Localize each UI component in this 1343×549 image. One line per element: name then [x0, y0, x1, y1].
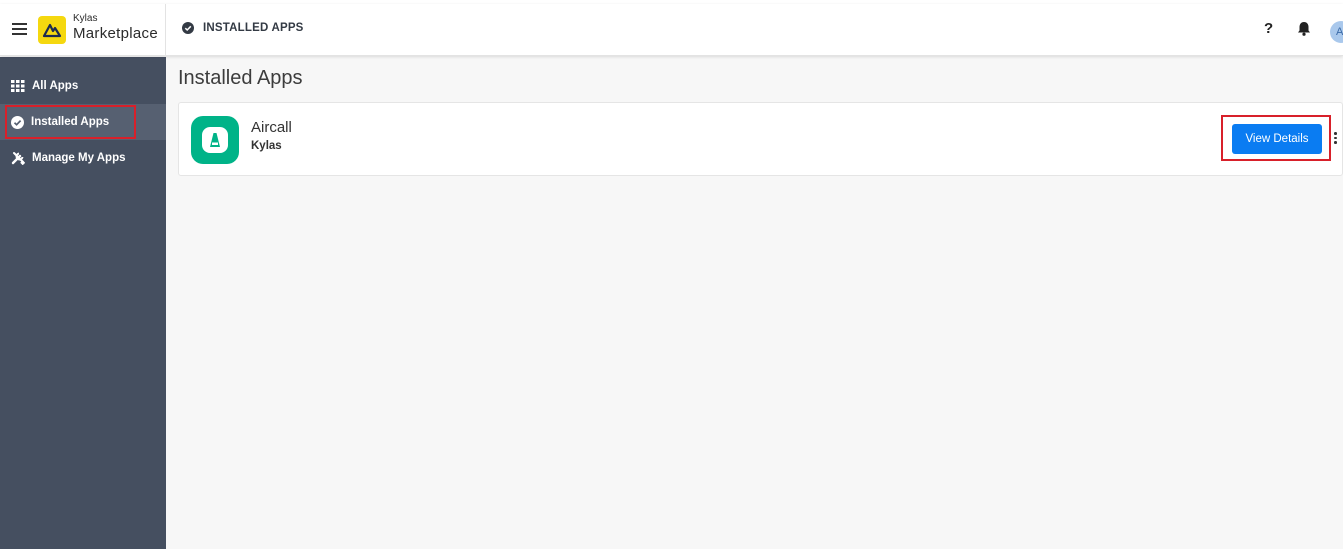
sidebar-item-manage-my-apps[interactable]: Manage My Apps: [0, 140, 166, 176]
aircall-logo-icon: [191, 116, 239, 164]
brand-name[interactable]: Kylas Marketplace: [73, 13, 158, 43]
avatar[interactable]: A: [1330, 21, 1343, 43]
hamburger-icon[interactable]: [12, 23, 27, 37]
top-header: Kylas Marketplace INSTALLED APPS ? A: [0, 4, 1343, 56]
app-card: Aircall Kylas View Details: [178, 102, 1343, 176]
breadcrumb: INSTALLED APPS: [182, 22, 304, 34]
bell-icon[interactable]: [1297, 21, 1311, 41]
sidebar-item-label: Manage My Apps: [32, 152, 126, 164]
check-circle-icon: [182, 22, 194, 34]
tools-icon: [11, 152, 25, 165]
view-details-button[interactable]: View Details: [1232, 124, 1322, 154]
header-divider: [165, 4, 166, 56]
sidebar-item-label: All Apps: [32, 80, 79, 92]
sidebar-item-label: Installed Apps: [31, 116, 110, 128]
help-icon[interactable]: ?: [1264, 20, 1273, 37]
more-options-icon[interactable]: [1334, 132, 1338, 146]
sidebar-item-installed-apps[interactable]: Installed Apps: [0, 104, 166, 140]
kylas-logo-icon: [38, 16, 66, 44]
sidebar: All Apps Installed Apps Manage My Apps: [0, 57, 166, 549]
brand-big-text: Marketplace: [73, 25, 159, 42]
check-circle-icon: [11, 115, 24, 129]
brand-small-text: Kylas: [73, 13, 98, 24]
sidebar-item-all-apps[interactable]: All Apps: [0, 68, 166, 104]
app-name: Aircall: [251, 119, 292, 136]
app-vendor: Kylas: [251, 140, 282, 152]
page-title: Installed Apps: [178, 67, 303, 89]
breadcrumb-label: INSTALLED APPS: [203, 22, 304, 34]
grid-icon: [11, 80, 25, 92]
